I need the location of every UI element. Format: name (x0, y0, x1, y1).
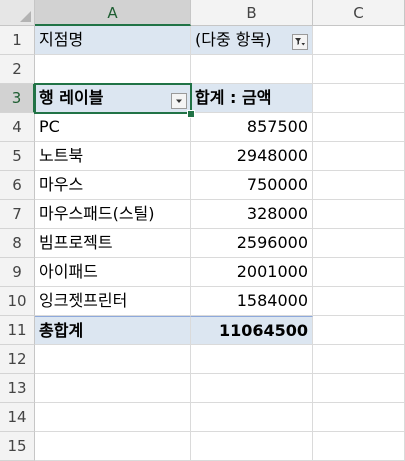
row-value: 2001000 (236, 262, 308, 281)
cell-a13[interactable] (35, 374, 191, 403)
spreadsheet-grid: A B C 1 2 3 4 5 6 7 8 9 10 11 12 13 14 1… (0, 0, 405, 461)
cell-c10[interactable] (313, 287, 405, 316)
cell-b10[interactable]: 1584000 (191, 287, 313, 316)
cell-c5[interactable] (313, 142, 405, 171)
row-label: 마우스 (39, 175, 84, 194)
values-header: 합계 : 금액 (195, 88, 272, 107)
cell-b2[interactable] (191, 55, 313, 84)
row-header-11[interactable]: 11 (0, 316, 35, 345)
row-label: 잉크젯프린터 (39, 291, 128, 310)
cell-b9[interactable]: 2001000 (191, 258, 313, 287)
row-header-5[interactable]: 5 (0, 142, 35, 171)
cell-a4[interactable]: PC (35, 113, 191, 142)
column-header-b[interactable]: B (191, 0, 313, 26)
row-header-3[interactable]: 3 (0, 84, 35, 113)
row-label: 빔프로젝트 (39, 233, 113, 252)
cell-c11[interactable] (313, 316, 405, 345)
cell-c13[interactable] (313, 374, 405, 403)
cell-c4[interactable] (313, 113, 405, 142)
select-all-corner[interactable] (0, 0, 35, 26)
cell-c6[interactable] (313, 171, 405, 200)
cell-b3[interactable]: 합계 : 금액 (191, 84, 313, 113)
cell-a15[interactable] (35, 432, 191, 461)
cell-a11[interactable]: 총합계 (35, 316, 191, 345)
cell-a14[interactable] (35, 403, 191, 432)
report-filter-label: 지점명 (39, 30, 84, 49)
cell-c3[interactable] (313, 84, 405, 113)
cell-b12[interactable] (191, 345, 313, 374)
row-value: 2948000 (236, 146, 308, 165)
cell-b5[interactable]: 2948000 (191, 142, 313, 171)
cell-c9[interactable] (313, 258, 405, 287)
row-value: 2596000 (236, 233, 308, 252)
grand-total-value: 11064500 (218, 321, 308, 340)
cell-a1[interactable]: 지점명 (35, 26, 191, 55)
cell-a9[interactable]: 아이패드 (35, 258, 191, 287)
row-header-12[interactable]: 12 (0, 345, 35, 374)
column-header-a[interactable]: A (35, 0, 191, 26)
row-value: 857500 (246, 117, 308, 136)
cell-b7[interactable]: 328000 (191, 200, 313, 229)
cell-a8[interactable]: 빔프로젝트 (35, 229, 191, 258)
cell-a5[interactable]: 노트북 (35, 142, 191, 171)
cell-b6[interactable]: 750000 (191, 171, 313, 200)
row-header-10[interactable]: 10 (0, 287, 35, 316)
row-header-9[interactable]: 9 (0, 258, 35, 287)
cell-a10[interactable]: 잉크젯프린터 (35, 287, 191, 316)
filter-funnel-dropdown-icon[interactable] (292, 34, 308, 50)
cell-b11[interactable]: 11064500 (191, 316, 313, 345)
cell-b4[interactable]: 857500 (191, 113, 313, 142)
row-header-1[interactable]: 1 (0, 26, 35, 55)
fill-handle[interactable] (187, 110, 195, 118)
cell-c15[interactable] (313, 432, 405, 461)
active-cell-selection (34, 83, 192, 114)
row-header-8[interactable]: 8 (0, 229, 35, 258)
column-header-c[interactable]: C (313, 0, 405, 26)
row-value: 1584000 (236, 291, 308, 310)
select-all-triangle-icon[interactable] (20, 11, 31, 22)
cell-c7[interactable] (313, 200, 405, 229)
cell-c14[interactable] (313, 403, 405, 432)
cell-c1[interactable] (313, 26, 405, 55)
row-header-7[interactable]: 7 (0, 200, 35, 229)
row-header-14[interactable]: 14 (0, 403, 35, 432)
row-header-15[interactable]: 15 (0, 432, 35, 461)
row-label: 마우스패드(스틸) (39, 204, 155, 223)
row-label: 노트북 (39, 146, 84, 165)
cell-a6[interactable]: 마우스 (35, 171, 191, 200)
cell-a2[interactable] (35, 55, 191, 84)
cell-a12[interactable] (35, 345, 191, 374)
cell-b13[interactable] (191, 374, 313, 403)
row-value: 750000 (246, 175, 308, 194)
row-value: 328000 (246, 204, 308, 223)
row-label: 아이패드 (39, 262, 98, 281)
row-label: PC (39, 117, 60, 136)
row-header-13[interactable]: 13 (0, 374, 35, 403)
row-header-6[interactable]: 6 (0, 171, 35, 200)
row-header-4[interactable]: 4 (0, 113, 35, 142)
cell-c8[interactable] (313, 229, 405, 258)
cell-a7[interactable]: 마우스패드(스틸) (35, 200, 191, 229)
cell-c2[interactable] (313, 55, 405, 84)
report-filter-value: (다중 항목) (195, 30, 272, 49)
cell-c12[interactable] (313, 345, 405, 374)
grand-total-label: 총합계 (39, 321, 84, 340)
cell-b14[interactable] (191, 403, 313, 432)
cell-b15[interactable] (191, 432, 313, 461)
cell-b8[interactable]: 2596000 (191, 229, 313, 258)
row-header-2[interactable]: 2 (0, 55, 35, 84)
